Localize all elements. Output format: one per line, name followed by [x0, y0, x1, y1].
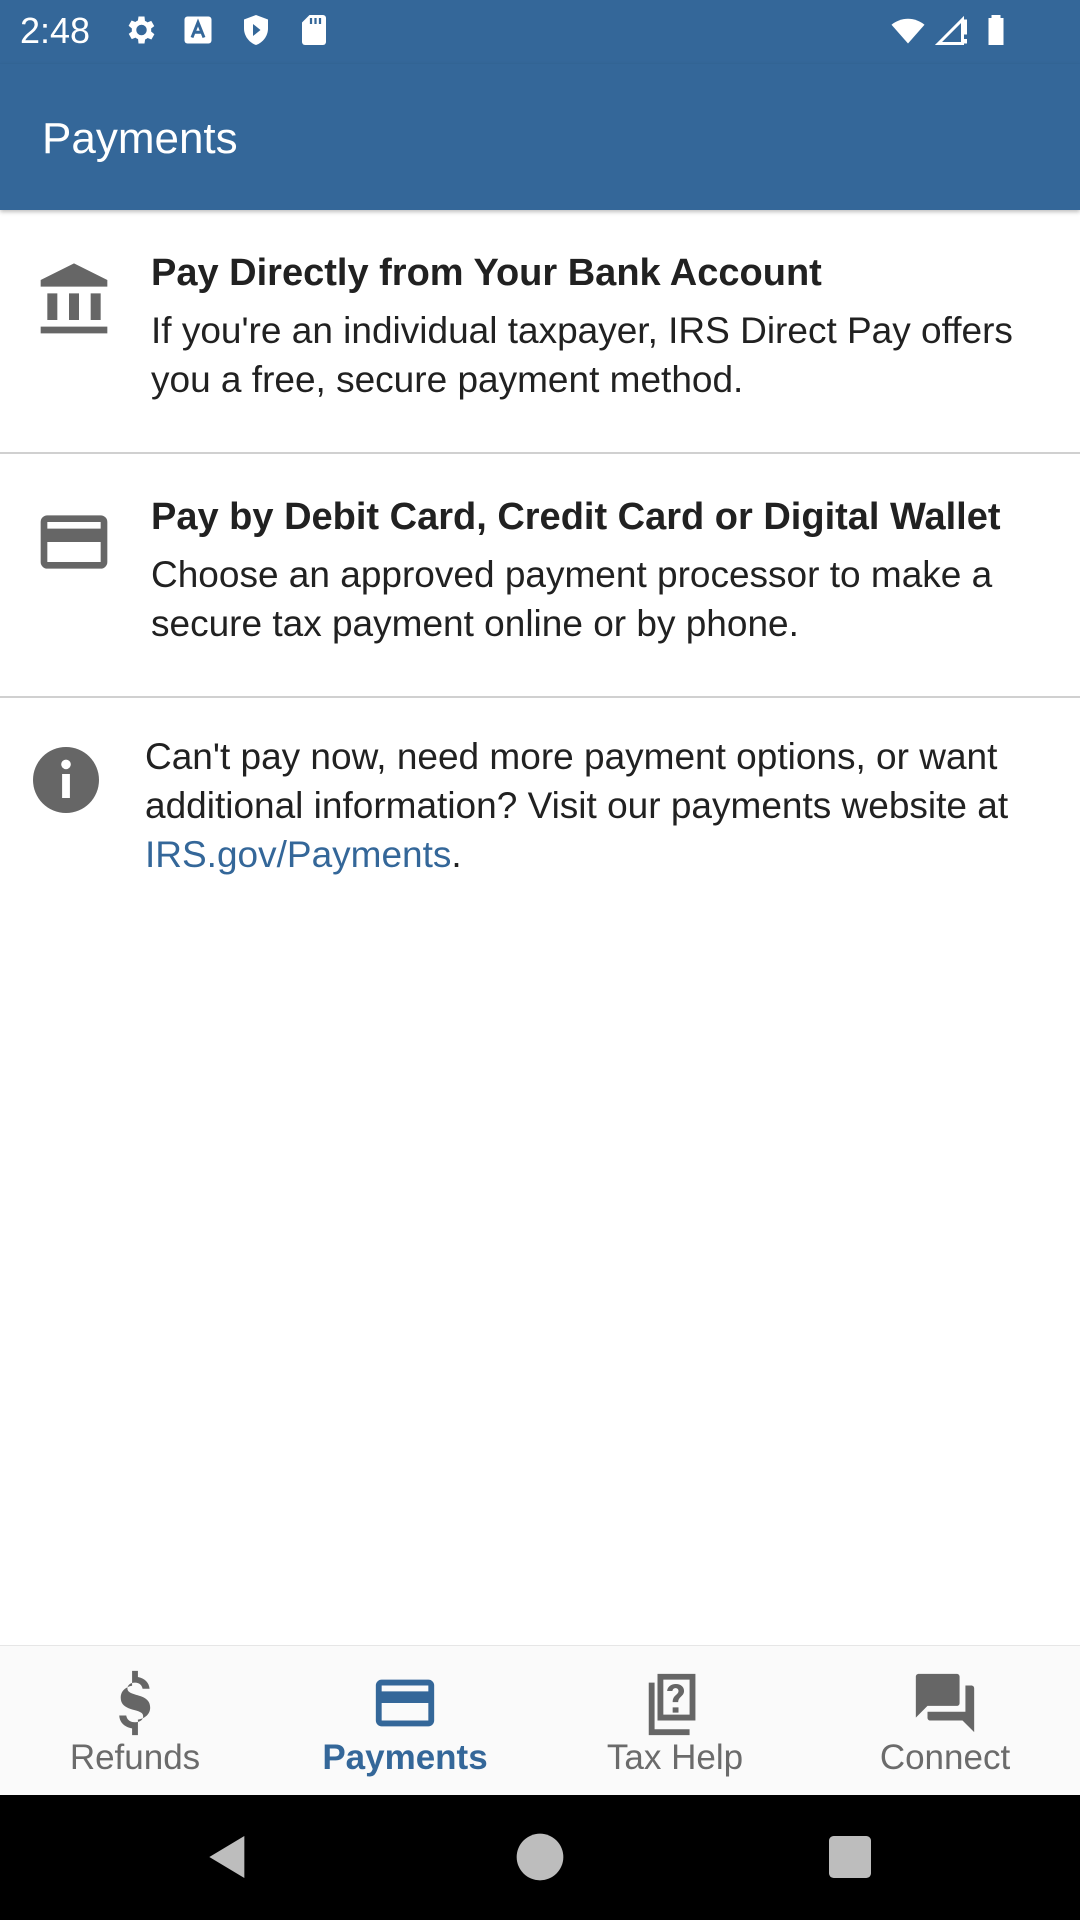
dollar-icon: [119, 1670, 151, 1736]
wifi-icon: [891, 18, 925, 44]
nav-label: Payments: [322, 1738, 488, 1777]
system-navigation-bar: [0, 1795, 1080, 1920]
chat-icon: [915, 1673, 975, 1733]
back-icon[interactable]: [200, 1829, 256, 1885]
info-text-end: .: [451, 834, 462, 875]
sd-card-icon: [302, 15, 326, 45]
nav-connect[interactable]: Connect: [810, 1646, 1080, 1796]
bank-icon: [40, 263, 108, 334]
option-description: Choose an approved payment processor to …: [151, 554, 993, 644]
signal-icon: [934, 15, 967, 45]
nav-payments[interactable]: Payments: [270, 1646, 540, 1796]
battery-icon: [988, 15, 1004, 45]
pay-from-bank-item[interactable]: Pay Directly from Your Bank Account If y…: [0, 210, 1080, 454]
settings-icon: [128, 16, 155, 44]
status-time: 2:48: [20, 10, 91, 51]
info-text-start: Can't pay now, need more payment options…: [145, 736, 1009, 826]
option-description: If you're an individual taxpayer, IRS Di…: [151, 310, 1013, 400]
info-icon: [33, 747, 99, 813]
help-document-icon: [648, 1673, 696, 1736]
status-bar: 2:48: [0, 0, 1080, 64]
payments-website-link[interactable]: IRS.gov/Payments: [145, 834, 451, 875]
payment-options-list: Pay Directly from Your Bank Account If y…: [0, 210, 1080, 898]
page-title: Payments: [42, 114, 238, 163]
pay-by-card-item[interactable]: Pay by Debit Card, Credit Card or Digita…: [0, 454, 1080, 698]
home-icon[interactable]: [512, 1829, 568, 1885]
app-bar: Payments: [0, 64, 1080, 210]
credit-card-icon: [375, 1679, 435, 1727]
option-heading: Pay by Debit Card, Credit Card or Digita…: [151, 496, 1001, 538]
nav-label: Connect: [879, 1738, 1011, 1777]
nav-tax-help[interactable]: Tax Help: [540, 1646, 810, 1796]
bottom-navigation: Refunds Payments Tax Help Connect: [0, 1645, 1080, 1796]
more-info-section: Can't pay now, need more payment options…: [0, 698, 1080, 898]
shield-play-icon: [244, 15, 268, 45]
nav-label: Tax Help: [606, 1738, 744, 1777]
credit-card-icon: [40, 515, 108, 569]
option-heading: Pay Directly from Your Bank Account: [151, 252, 822, 294]
nav-label: Refunds: [69, 1738, 201, 1777]
nav-refunds[interactable]: Refunds: [0, 1646, 270, 1796]
recents-icon[interactable]: [822, 1829, 878, 1885]
more-info-text: Can't pay now, need more payment options…: [145, 732, 1055, 879]
font-a-icon: [184, 16, 212, 44]
